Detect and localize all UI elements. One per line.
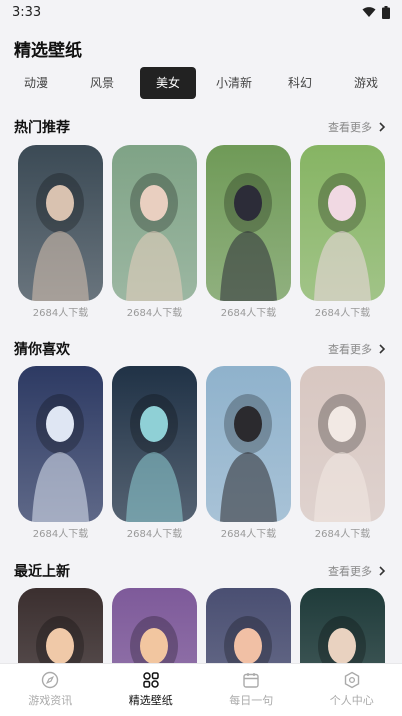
wallpaper-card[interactable]: 2684人下载 bbox=[18, 366, 103, 540]
wallpaper-image bbox=[18, 366, 103, 522]
nav-item-game-news[interactable]: 游戏资讯 bbox=[0, 664, 100, 716]
calendar-icon bbox=[243, 673, 259, 688]
tab-youxi[interactable]: 游戏 bbox=[338, 67, 394, 99]
user-icon bbox=[344, 671, 359, 689]
wifi-icon bbox=[362, 7, 376, 17]
wallpaper-card[interactable]: 2684人下载 bbox=[206, 366, 291, 540]
view-more-label: 查看更多 bbox=[328, 565, 372, 578]
section-header-guess: 猜你喜欢 查看更多 bbox=[14, 339, 388, 359]
nav-label: 游戏资讯 bbox=[28, 694, 73, 707]
wallpaper-card[interactable]: 2684人下载 bbox=[300, 366, 385, 540]
nav-item-profile[interactable]: 个人中心 bbox=[302, 664, 402, 716]
wallpaper-card[interactable]: 2684人下载 bbox=[206, 145, 291, 319]
wallpaper-thumbnail bbox=[300, 145, 385, 301]
wallpaper-card[interactable]: 2684人下载 bbox=[18, 145, 103, 319]
category-tabs: 动漫 风景 美女 小清新 科幻 游戏 bbox=[8, 66, 394, 100]
view-more-label: 查看更多 bbox=[328, 121, 372, 134]
download-count: 2684人下载 bbox=[314, 308, 371, 319]
view-more-link[interactable]: 查看更多 bbox=[328, 119, 388, 135]
bottom-nav: 游戏资讯 精选壁纸 每日一句 个人中心 bbox=[0, 663, 402, 716]
wallpaper-thumbnail bbox=[18, 145, 103, 301]
nav-item-daily-quote[interactable]: 每日一句 bbox=[201, 664, 301, 716]
wallpaper-thumbnail bbox=[112, 366, 197, 522]
tab-dongman[interactable]: 动漫 bbox=[8, 67, 64, 99]
section-header-new: 最近上新 查看更多 bbox=[14, 561, 388, 581]
nav-label: 精选壁纸 bbox=[128, 694, 173, 707]
section-title: 最近上新 bbox=[14, 564, 70, 580]
nav-label: 每日一句 bbox=[229, 694, 274, 707]
wallpaper-image bbox=[300, 145, 385, 301]
download-count: 2684人下载 bbox=[126, 308, 183, 319]
page-title: 精选壁纸 bbox=[14, 41, 82, 61]
download-count: 2684人下载 bbox=[220, 529, 277, 540]
status-bar: 3:33 bbox=[0, 0, 402, 24]
download-count: 2684人下载 bbox=[220, 308, 277, 319]
wallpaper-row: 2684人下载 2684人下载 2684人下载 2684人下载 bbox=[18, 145, 388, 319]
nav-item-wallpapers[interactable]: 精选壁纸 bbox=[101, 664, 201, 716]
wallpaper-image bbox=[112, 145, 197, 301]
chevron-right-icon bbox=[379, 344, 386, 354]
wallpaper-card[interactable]: 2684人下载 bbox=[112, 366, 197, 540]
wallpaper-image bbox=[206, 366, 291, 522]
tab-fengjing[interactable]: 风景 bbox=[74, 67, 130, 99]
tab-meinv[interactable]: 美女 bbox=[140, 67, 196, 99]
compass-icon bbox=[42, 671, 59, 689]
tab-kehuan[interactable]: 科幻 bbox=[272, 67, 328, 99]
download-count: 2684人下载 bbox=[126, 529, 183, 540]
wallpaper-thumbnail bbox=[206, 145, 291, 301]
nav-label: 个人中心 bbox=[329, 694, 374, 707]
status-icons bbox=[362, 5, 390, 19]
battery-icon bbox=[382, 5, 390, 19]
download-count: 2684人下载 bbox=[32, 529, 89, 540]
view-more-label: 查看更多 bbox=[328, 343, 372, 356]
wallpaper-thumbnail bbox=[112, 145, 197, 301]
chevron-right-icon bbox=[379, 566, 386, 576]
section-header-hot: 热门推荐 查看更多 bbox=[14, 117, 388, 137]
status-time: 3:33 bbox=[12, 4, 42, 20]
app-screen: 3:33 精选壁纸 动漫 风景 美女 小清新 科幻 游戏 热门推荐 查看更多 2… bbox=[0, 0, 402, 716]
tab-xiaoqingxin[interactable]: 小清新 bbox=[206, 67, 262, 99]
view-more-link[interactable]: 查看更多 bbox=[328, 341, 388, 357]
grid-icon bbox=[143, 672, 159, 688]
view-more-link[interactable]: 查看更多 bbox=[328, 563, 388, 579]
wallpaper-image bbox=[18, 145, 103, 301]
wallpaper-image bbox=[112, 366, 197, 522]
wallpaper-image bbox=[300, 366, 385, 522]
section-title: 热门推荐 bbox=[14, 120, 70, 136]
wallpaper-card[interactable]: 2684人下载 bbox=[300, 145, 385, 319]
chevron-right-icon bbox=[379, 122, 386, 132]
wallpaper-thumbnail bbox=[18, 366, 103, 522]
wallpaper-image bbox=[206, 145, 291, 301]
download-count: 2684人下载 bbox=[314, 529, 371, 540]
section-title: 猜你喜欢 bbox=[14, 342, 70, 358]
download-count: 2684人下载 bbox=[32, 308, 89, 319]
wallpaper-row: 2684人下载 2684人下载 2684人下载 2684人下载 bbox=[18, 366, 388, 540]
wallpaper-thumbnail bbox=[300, 366, 385, 522]
wallpaper-thumbnail bbox=[206, 366, 291, 522]
wallpaper-card[interactable]: 2684人下载 bbox=[112, 145, 197, 319]
